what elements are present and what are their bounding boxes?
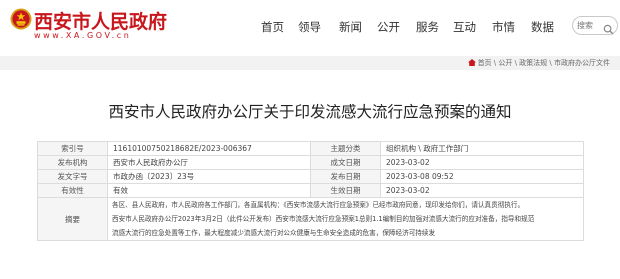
summary-line: 流感大流行的应急处置等工作，最大程度减少流感大流行对公众健康与生命安全造成的危害…	[112, 229, 436, 237]
issuer-value: 西安市人民政府办公厅	[107, 155, 311, 170]
nav-item-data[interactable]: 数据	[531, 19, 554, 35]
summary-label: 摘要	[37, 197, 108, 241]
table-row: 发布机构 西安市人民政府办公厅 成文日期 2023-03-02	[37, 155, 584, 170]
issuer-label: 发布机构	[37, 155, 108, 170]
search-icon[interactable]	[603, 20, 614, 35]
summary-value: 各区、县人民政府，市人民政府各工作部门，各直属机构：《西安市流感大流行应急预案》…	[107, 197, 584, 241]
effective-date-value: 2023-03-02	[380, 183, 584, 198]
subject-value: 组织机构 \ 政府工作部门	[380, 141, 584, 156]
doc-no-value: 市政办函〔2023〕23号	[107, 169, 311, 184]
search-box[interactable]	[572, 16, 618, 35]
nav-item-leaders[interactable]: 领导	[298, 19, 321, 35]
written-date-value: 2023-03-02	[380, 155, 584, 170]
site-title[interactable]: 西安市人民政府	[34, 7, 167, 34]
validity-value: 有效	[107, 183, 311, 198]
summary-line: 各区、县人民政府，市人民政府各工作部门，各直属机构：《西安市流感大流行应急预案》…	[112, 201, 525, 209]
doc-no-label: 发文字号	[37, 169, 108, 184]
nav-item-interaction[interactable]: 互动	[453, 19, 476, 35]
breadcrumb-text[interactable]: 首页 \ 公开 \ 政策法规 \ 市政府办公厅文件	[478, 59, 610, 67]
breadcrumb-bar: 首页 \ 公开 \ 政策法规 \ 市政府办公厅文件	[0, 56, 620, 70]
document-info-table: 索引号 11610100750218682E/2023-006367 主题分类 …	[37, 141, 584, 241]
table-row: 索引号 11610100750218682E/2023-006367 主题分类 …	[37, 141, 584, 156]
table-row: 摘要 各区、县人民政府，市人民政府各工作部门，各直属机构：《西安市流感大流行应急…	[37, 197, 584, 241]
breadcrumb: 首页 \ 公开 \ 政策法规 \ 市政府办公厅文件	[467, 58, 610, 68]
validity-label: 有效性	[37, 183, 108, 198]
publish-date-label: 发布日期	[310, 169, 381, 184]
effective-date-label: 生效日期	[310, 183, 381, 198]
index-no-value: 11610100750218682E/2023-006367	[107, 141, 311, 156]
site-header: 西安市人民政府 www.XA.GOV.cn 首页 领导 新闻 公开 服务 互动 …	[0, 0, 620, 48]
home-icon[interactable]	[467, 59, 476, 66]
nav-item-news[interactable]: 新闻	[339, 19, 362, 35]
nav-item-home[interactable]: 首页	[261, 19, 284, 35]
table-row: 有效性 有效 生效日期 2023-03-02	[37, 183, 584, 198]
site-url: www.XA.GOV.cn	[34, 31, 132, 40]
national-emblem-icon[interactable]	[10, 8, 32, 30]
publish-date-value: 2023-03-08 09:52	[380, 169, 584, 184]
subject-label: 主题分类	[310, 141, 381, 156]
written-date-label: 成文日期	[310, 155, 381, 170]
table-row: 发文字号 市政办函〔2023〕23号 发布日期 2023-03-08 09:52	[37, 169, 584, 184]
summary-line: 西安市人民政府办公厅2023年3月2日（此件公开发布）西安市流感大流行应急预案1…	[112, 215, 535, 223]
article-title: 西安市人民政府办公厅关于印发流感大流行应急预案的通知	[108, 103, 512, 121]
nav-item-open[interactable]: 公开	[377, 19, 400, 35]
nav-item-city-info[interactable]: 市情	[492, 19, 515, 35]
index-no-label: 索引号	[37, 141, 108, 156]
nav-item-services[interactable]: 服务	[416, 19, 439, 35]
